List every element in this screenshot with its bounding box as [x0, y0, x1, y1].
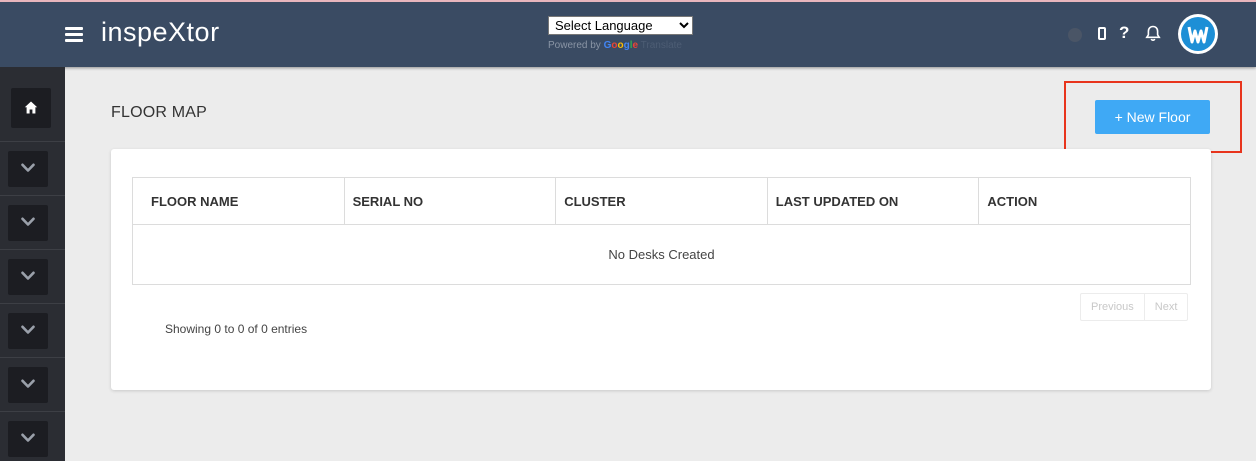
floor-table: FLOOR NAME SERIAL NO CLUSTER LAST UPDATE… [132, 177, 1191, 285]
avatar[interactable] [1178, 14, 1218, 54]
pagination: Previous Next [1080, 293, 1189, 321]
chevron-down-icon [21, 163, 35, 172]
chevron-down-icon [21, 217, 35, 226]
sidebar [0, 67, 65, 461]
chevron-down-icon [21, 433, 35, 442]
column-header-cluster[interactable]: CLUSTER [555, 177, 768, 225]
floor-table-card: FLOOR NAME SERIAL NO CLUSTER LAST UPDATE… [111, 149, 1211, 390]
home-button[interactable] [11, 88, 51, 128]
translate-link[interactable]: Translate [641, 40, 682, 51]
sidebar-item-6[interactable] [0, 411, 65, 461]
status-dot-icon [1068, 28, 1082, 42]
column-header-action: ACTION [978, 177, 1191, 225]
table-row: No Desks Created [132, 224, 1191, 285]
sidebar-item-3[interactable] [0, 249, 65, 303]
sidebar-expand-button[interactable] [8, 313, 48, 349]
entries-info: Showing 0 to 0 of 0 entries [165, 322, 308, 336]
sidebar-item-4[interactable] [0, 303, 65, 357]
new-floor-button[interactable]: + New Floor [1095, 100, 1210, 134]
sidebar-item-1[interactable] [0, 141, 65, 195]
language-select[interactable]: Select Language [548, 16, 693, 35]
app-title: inspeXtor [101, 17, 220, 47]
powered-by: Powered by Google Translate [548, 40, 682, 51]
table-header-row: FLOOR NAME SERIAL NO CLUSTER LAST UPDATE… [132, 177, 1191, 225]
chevron-down-icon [21, 379, 35, 388]
page-title: FLOOR MAP [111, 104, 208, 121]
column-header-serial-no[interactable]: SERIAL NO [343, 177, 557, 225]
top-navbar: inspeXtor Select Language Powered by Goo… [0, 0, 1256, 67]
sidebar-expand-button[interactable] [8, 259, 48, 295]
column-header-last-updated-on[interactable]: LAST UPDATED ON [766, 177, 980, 225]
next-page-button[interactable]: Next [1143, 294, 1188, 320]
previous-page-button[interactable]: Previous [1081, 294, 1144, 320]
help-icon[interactable]: ? [1119, 23, 1129, 43]
chevron-down-icon [21, 271, 35, 280]
sidebar-expand-button[interactable] [8, 367, 48, 403]
home-icon [24, 101, 38, 114]
sidebar-item-2[interactable] [0, 195, 65, 249]
language-widget: Select Language Powered by Google Transl… [548, 16, 693, 51]
column-header-floor-name[interactable]: FLOOR NAME [132, 177, 345, 225]
phone-icon[interactable] [1098, 27, 1106, 40]
empty-table-message: No Desks Created [132, 224, 1191, 285]
menu-icon[interactable] [65, 27, 83, 43]
sidebar-expand-button[interactable] [8, 205, 48, 241]
sidebar-expand-button[interactable] [8, 151, 48, 187]
sidebar-expand-button[interactable] [8, 421, 48, 457]
sidebar-item-5[interactable] [0, 357, 65, 411]
bell-icon[interactable] [1145, 25, 1161, 47]
chevron-down-icon [21, 325, 35, 334]
